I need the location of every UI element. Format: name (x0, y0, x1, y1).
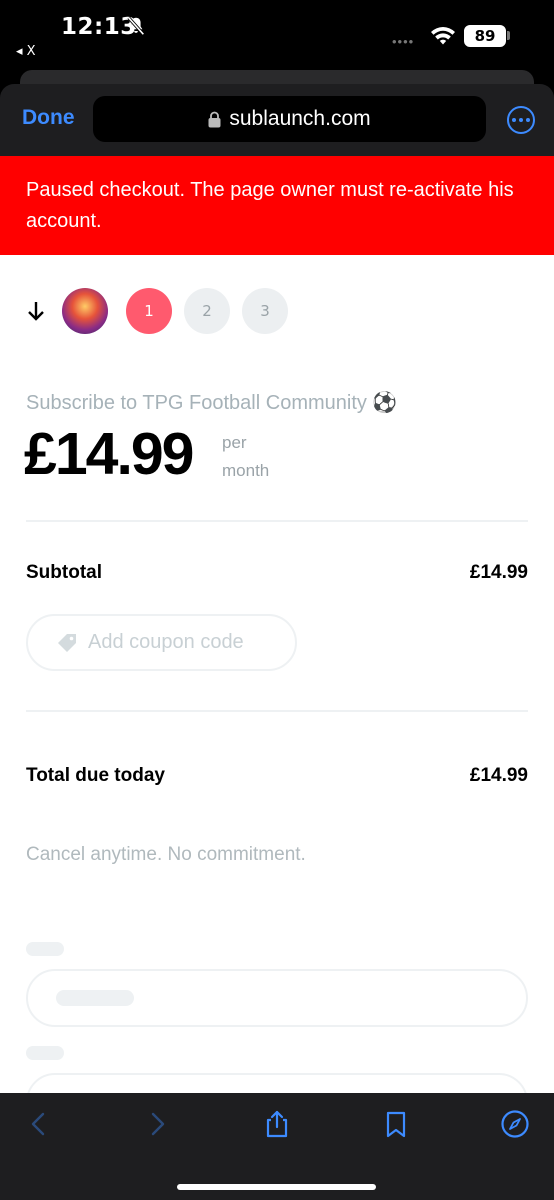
dot-icon (512, 118, 516, 122)
cellular-signal-icon: •••• (392, 34, 415, 49)
compass-icon[interactable] (500, 1109, 530, 1139)
tag-icon (58, 633, 76, 652)
dot-icon (526, 118, 530, 122)
total-due-value: £14.99 (469, 765, 528, 786)
back-chevron-icon[interactable] (24, 1109, 54, 1139)
per-label: per (222, 433, 247, 452)
dot-icon (519, 118, 523, 122)
url-text: sublaunch.com (229, 107, 371, 130)
url-field[interactable]: sublaunch.com (93, 96, 486, 142)
divider (26, 520, 528, 522)
subtotal-label: Subtotal (26, 562, 102, 583)
wifi-icon (431, 27, 455, 45)
paused-checkout-banner: Paused checkout. The page owner must re-… (0, 156, 554, 255)
loading-input-placeholder (26, 969, 528, 1027)
more-options-button[interactable] (507, 106, 535, 134)
billing-period: per month (222, 429, 292, 485)
loading-label-placeholder (26, 1046, 64, 1060)
battery-nub (507, 31, 510, 40)
period-label: month (222, 461, 270, 480)
bell-muted-icon (127, 16, 145, 36)
home-indicator[interactable] (177, 1184, 376, 1190)
add-coupon-label: Add coupon code (88, 631, 244, 653)
creator-avatar (62, 288, 108, 334)
bookmarks-icon[interactable] (381, 1109, 411, 1139)
cancel-anytime-note: Cancel anytime. No commitment. (26, 844, 306, 865)
share-icon[interactable] (262, 1109, 292, 1139)
arrow-down-icon[interactable] (26, 299, 46, 323)
subtotal-value: £14.99 (469, 562, 528, 583)
forward-chevron-icon[interactable] (142, 1109, 172, 1139)
add-coupon-button[interactable]: Add coupon code (26, 614, 297, 671)
battery-indicator: 89 (464, 25, 506, 47)
step-2[interactable]: 2 (184, 288, 230, 334)
lock-icon (208, 111, 221, 127)
progress-steps: 1 2 3 (26, 288, 288, 334)
loading-text-placeholder (56, 990, 134, 1006)
done-button[interactable]: Done (22, 106, 75, 130)
browser-top-bar: Done sublaunch.com (0, 84, 554, 156)
checkout-page: 1 2 3 Subscribe to TPG Football Communit… (0, 255, 554, 1131)
divider (26, 710, 528, 712)
total-due-label: Total due today (26, 765, 165, 786)
step-1[interactable]: 1 (126, 288, 172, 334)
step-3[interactable]: 3 (242, 288, 288, 334)
price: £14.99 (24, 421, 194, 487)
subscription-title: Subscribe to TPG Football Community ⚽ (26, 392, 398, 414)
loading-label-placeholder (26, 942, 64, 956)
back-to-app-link[interactable]: ◂ X (16, 44, 36, 59)
